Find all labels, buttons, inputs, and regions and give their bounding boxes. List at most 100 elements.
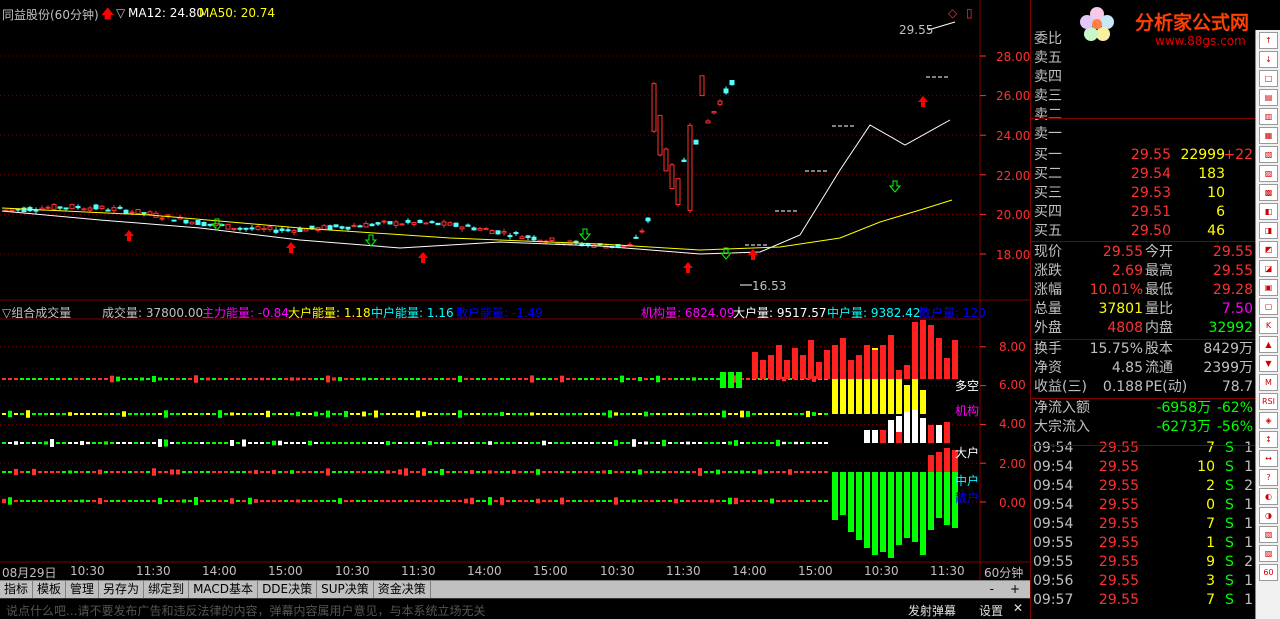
toolbar-button[interactable]: ◩ (1259, 241, 1278, 258)
toolbar-button[interactable]: ▩ (1259, 184, 1278, 201)
flow-row[interactable]: 大宗流入 -6273万 -56% (1031, 418, 1256, 437)
period-label[interactable]: 60分钟 (984, 564, 1023, 581)
danmaku-input[interactable]: 说点什么吧...请不要发布广告和违反法律的内容，弹幕内容属用户意见，与本系统立场… (6, 602, 485, 619)
toolbar-button[interactable]: ◈ (1259, 412, 1278, 429)
window-toggle-icon[interactable]: ▯ (966, 6, 973, 20)
stat-row[interactable]: 涨跌 2.69 最高 29.55 (1031, 262, 1256, 281)
tick-row[interactable]: 09:55 29.55 1 S 1 (1031, 534, 1256, 553)
stat-row[interactable]: 涨幅 10.01% 最低 29.28 (1031, 281, 1256, 300)
toolbar-button[interactable]: ? (1259, 469, 1278, 486)
diamond-icon[interactable]: ◇ (948, 6, 957, 20)
bid-row[interactable]: 买五 29.50 46 (1031, 222, 1256, 241)
volume-bar (38, 378, 42, 380)
stat-label: 涨跌 (1034, 263, 1062, 279)
ask-row[interactable]: 卖一 (1031, 125, 1256, 144)
toolbar-button[interactable]: ◧ (1259, 203, 1278, 220)
stat2-row[interactable]: 收益(三) 0.188 PE(动) 78.7 (1031, 378, 1256, 397)
toolbar-button[interactable]: RSI (1259, 393, 1278, 410)
toolbar-button[interactable]: ▨ (1259, 545, 1278, 562)
toolbar-button[interactable]: ↔ (1259, 450, 1278, 467)
toolbar-button[interactable]: ▤ (1259, 89, 1278, 106)
tab-indicator[interactable]: 指标 (0, 581, 34, 598)
volume-bar (668, 471, 672, 473)
volume-bar (320, 442, 324, 444)
flow-row[interactable]: 净流入额 -6958万 -62% (1031, 399, 1256, 418)
volume-bar (338, 471, 342, 473)
toolbar-button[interactable]: ▧ (1259, 526, 1278, 543)
toolbar-button[interactable]: ◨ (1259, 222, 1278, 239)
volume-bar (608, 470, 612, 474)
toolbar-button[interactable]: ◐ (1259, 488, 1278, 505)
volume-bar (128, 413, 132, 415)
tick-row[interactable]: 09:54 29.55 7 S 1 (1031, 439, 1256, 458)
tab-bind-to[interactable]: 绑定到 (144, 581, 190, 598)
toolbar-button[interactable]: ▨ (1259, 165, 1278, 182)
stock-title: 同益股份(60分钟) (2, 8, 99, 22)
volume-bar (716, 413, 720, 415)
tick-row[interactable]: 09:54 29.55 2 S 2 (1031, 477, 1256, 496)
toolbar-button[interactable]: ↕ (1259, 431, 1278, 448)
stat2-row[interactable]: 净资 4.85 流通 2399万 (1031, 359, 1256, 378)
zoom-in-button[interactable]: + (1000, 581, 1030, 598)
settings-button[interactable]: 设置 (979, 602, 1003, 619)
toolbar-button[interactable]: ▦ (1259, 127, 1278, 144)
tick-row[interactable]: 09:55 29.55 9 S 2 (1031, 553, 1256, 572)
bid-row[interactable]: 买三 29.53 10 (1031, 184, 1256, 203)
toolbar-button[interactable]: ▣ (1259, 279, 1278, 296)
kline-chart[interactable] (0, 0, 1030, 580)
volume-bar (398, 469, 402, 475)
tick-row[interactable]: 09:57 29.55 7 S 1 (1031, 591, 1256, 610)
bid-volume: 46 (1207, 223, 1225, 239)
toolbar-button[interactable]: □ (1259, 70, 1278, 87)
volume-bar (38, 413, 42, 415)
time-tick: 11:30 (136, 564, 171, 578)
buy-arrow-icon (918, 96, 928, 107)
volume-bar (38, 442, 42, 444)
tick-row[interactable]: 09:54 29.55 7 S 1 (1031, 515, 1256, 534)
stat2-row[interactable]: 换手 15.75% 股本 8429万 (1031, 340, 1256, 359)
tick-row[interactable]: 09:56 29.55 3 S 1 (1031, 572, 1256, 591)
tab-fund[interactable]: 资金决策 (374, 581, 431, 598)
volume-bar (170, 500, 174, 502)
toolbar-button[interactable]: 60 (1259, 564, 1278, 581)
toolbar-button[interactable]: ▼ (1259, 355, 1278, 372)
bid-row[interactable]: 买四 29.51 6 (1031, 203, 1256, 222)
launch-danmaku-button[interactable]: 发射弹幕 (908, 602, 956, 619)
chart-area[interactable]: 同益股份(60分钟) 🡅 ▽ MA12: 24.80 MA50: 20.74 2… (0, 0, 1030, 580)
zoom-out-button[interactable]: - (984, 581, 1000, 598)
sub-chart-title[interactable]: ▽组合成交量 (2, 304, 71, 321)
ask-row[interactable]: 卖三 (1031, 87, 1256, 106)
volume-bar (434, 378, 438, 380)
toolbar-button[interactable]: M (1259, 374, 1278, 391)
toolbar-button[interactable]: K (1259, 317, 1278, 334)
toolbar-button[interactable]: ◪ (1259, 260, 1278, 277)
toolbar-button[interactable]: ↑ (1259, 32, 1278, 49)
toolbar-button[interactable]: ◑ (1259, 507, 1278, 524)
tick-row[interactable]: 09:54 29.55 10 S 1 (1031, 458, 1256, 477)
stat-row[interactable]: 现价 29.55 今开 29.55 (1031, 243, 1256, 262)
ask-row[interactable]: 卖二 (1031, 106, 1256, 125)
toolbar-button[interactable]: ↓ (1259, 51, 1278, 68)
tab-manage[interactable]: 管理 (66, 581, 100, 598)
ask-row[interactable]: 卖四 (1031, 68, 1256, 87)
bid-row[interactable]: 买二 29.54 183 (1031, 165, 1256, 184)
stat-row[interactable]: 外盘 4808 内盘 32992 (1031, 319, 1256, 338)
bid-row[interactable]: 买一 29.55 22999 +22 (1031, 146, 1256, 165)
toolbar-button[interactable]: ▲ (1259, 336, 1278, 353)
tick-row[interactable]: 09:54 29.55 0 S 1 (1031, 496, 1256, 515)
volume-bar (290, 413, 294, 415)
toolbar-button[interactable]: ▢ (1259, 298, 1278, 315)
tab-sup[interactable]: SUP决策 (317, 581, 374, 598)
volume-bar (326, 500, 330, 502)
volume-bar (904, 365, 910, 379)
tab-save-as[interactable]: 另存为 (99, 581, 145, 598)
toolbar-button[interactable]: ▥ (1259, 108, 1278, 125)
stat-row[interactable]: 总量 37801 量比 7.50 (1031, 300, 1256, 319)
time-tick: 11:30 (666, 564, 701, 578)
tab-template[interactable]: 模板 (33, 581, 67, 598)
toolbar-button[interactable]: ▧ (1259, 146, 1278, 163)
tab-dde[interactable]: DDE决策 (258, 581, 318, 598)
tab-macd[interactable]: MACD基本 (189, 581, 259, 598)
close-icon[interactable]: ✕ (1013, 601, 1023, 615)
volume-bar (80, 440, 84, 446)
